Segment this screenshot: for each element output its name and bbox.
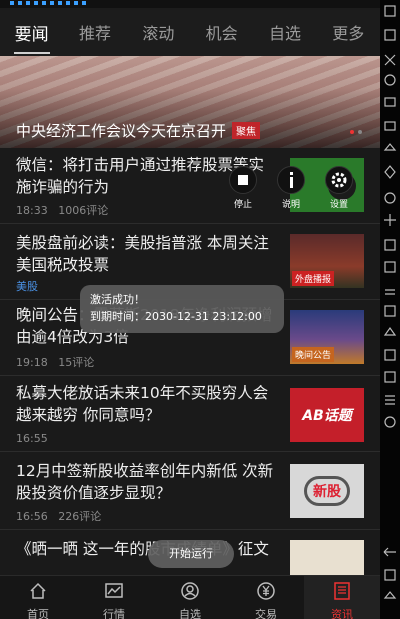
news-comments: 15评论 bbox=[58, 356, 95, 369]
nav-market[interactable]: 行情 bbox=[76, 576, 152, 619]
nav-trade-label: 交易 bbox=[255, 608, 277, 619]
nav-news[interactable]: 资讯 bbox=[304, 576, 380, 619]
nav-market-label: 行情 bbox=[103, 608, 125, 619]
activation-toast: 激活成功！ 到期时间：2030-12-31 23:12:00 bbox=[80, 285, 284, 333]
news-thumbnail: 晚间公告 bbox=[290, 310, 364, 364]
nav-trade[interactable]: 交易 bbox=[228, 576, 304, 619]
stop-control[interactable]: 停止 bbox=[226, 166, 260, 210]
help-label: 说明 bbox=[281, 200, 300, 210]
yen-icon bbox=[257, 582, 275, 600]
news-meta: 18:33 1006评论 bbox=[16, 202, 108, 218]
banner-caption: 中央经济工作会议今天在京召开 聚焦 bbox=[16, 120, 261, 141]
news-source: 美股 bbox=[16, 280, 38, 293]
start-running-toast: 开始运行 bbox=[148, 540, 234, 568]
thumb-label: AB话题 bbox=[302, 408, 352, 424]
news-time: 16:56 bbox=[16, 510, 48, 523]
nav-home[interactable]: 首页 bbox=[0, 576, 76, 619]
news-meta: 19:18 15评论 bbox=[16, 354, 94, 370]
news-title: 私募大佬放话未来10年不买股穷人会越来越穷 你同意吗？ bbox=[16, 384, 269, 424]
status-indicators bbox=[10, 1, 86, 5]
thumb-label: 晚间公告 bbox=[292, 347, 335, 362]
tab-gundong[interactable]: 滚动 bbox=[127, 20, 190, 44]
tab-gengduo[interactable]: 更多 bbox=[317, 20, 380, 44]
news-title: 美股盘前必读：美股指普涨 本周关注美国税改投票 bbox=[16, 234, 269, 274]
news-thumbnail: 外盘播报 bbox=[290, 234, 364, 288]
tab-jihui[interactable]: 机会 bbox=[190, 20, 253, 44]
news-item[interactable]: 12月中签新股收益率创年内新低 次新股投资价值逐步显现？ 16:56 226评论… bbox=[0, 452, 380, 530]
news-time: 19:18 bbox=[16, 356, 48, 369]
nav-watchlist-label: 自选 bbox=[179, 608, 201, 619]
status-bar bbox=[0, 0, 380, 8]
thumb-label: 外盘播报 bbox=[292, 271, 335, 286]
stop-label: 停止 bbox=[233, 200, 252, 210]
news-meta: 16:56 226评论 bbox=[16, 508, 101, 524]
news-time: 16:55 bbox=[16, 432, 48, 445]
nav-home-label: 首页 bbox=[27, 608, 49, 619]
news-title: 《晒一晒 这一年的股市成绩单》征文 bbox=[16, 540, 269, 558]
channel-tabs: 要闻 推荐 滚动 机会 自选 更多 bbox=[0, 8, 380, 56]
news-icon bbox=[334, 582, 350, 600]
floating-controls: 停止 说明 设置 bbox=[226, 166, 356, 210]
gear-icon bbox=[325, 166, 353, 194]
active-tab-indicator bbox=[14, 52, 50, 54]
news-title: 12月中签新股收益率创年内新低 次新股投资价值逐步显现？ bbox=[16, 462, 274, 502]
news-item[interactable]: 私募大佬放话未来10年不买股穷人会越来越穷 你同意吗？ 16:55 AB话题 bbox=[0, 376, 380, 452]
thumb-label: 新股 bbox=[304, 476, 350, 506]
headline-banner[interactable]: 中央经济工作会议今天在京召开 聚焦 bbox=[0, 56, 380, 148]
user-icon bbox=[181, 582, 199, 600]
nav-watchlist[interactable]: 自选 bbox=[152, 576, 228, 619]
news-thumbnail bbox=[290, 540, 364, 575]
help-control[interactable]: 说明 bbox=[274, 166, 308, 210]
settings-label: 设置 bbox=[329, 200, 348, 210]
home-icon bbox=[30, 582, 46, 599]
banner-tag: 聚焦 bbox=[232, 122, 261, 139]
info-icon bbox=[277, 166, 305, 194]
tool-sidebar bbox=[380, 0, 400, 619]
news-time: 18:33 bbox=[16, 204, 48, 217]
tab-zixuan[interactable]: 自选 bbox=[253, 20, 316, 44]
news-comments: 226评论 bbox=[58, 510, 102, 523]
news-thumbnail: 新股 bbox=[290, 464, 364, 518]
bottom-navigation: 首页 行情 自选 交易 资讯 bbox=[0, 575, 380, 619]
stop-icon bbox=[229, 166, 257, 194]
banner-pager bbox=[350, 130, 362, 134]
sidebar-tool-icons bbox=[383, 5, 397, 599]
toast-line-1: 激活成功！ bbox=[90, 293, 145, 306]
news-comments: 1006评论 bbox=[58, 204, 109, 217]
chart-icon bbox=[105, 583, 123, 598]
settings-control[interactable]: 设置 bbox=[322, 166, 356, 210]
nav-news-label: 资讯 bbox=[331, 608, 353, 619]
tab-yaowen[interactable]: 要闻 bbox=[0, 20, 63, 45]
tab-tuijian[interactable]: 推荐 bbox=[63, 20, 126, 44]
news-thumbnail: AB话题 bbox=[290, 388, 364, 442]
banner-title: 中央经济工作会议今天在京召开 bbox=[16, 122, 227, 140]
toast-line-2: 到期时间：2030-12-31 23:12:00 bbox=[90, 310, 262, 323]
